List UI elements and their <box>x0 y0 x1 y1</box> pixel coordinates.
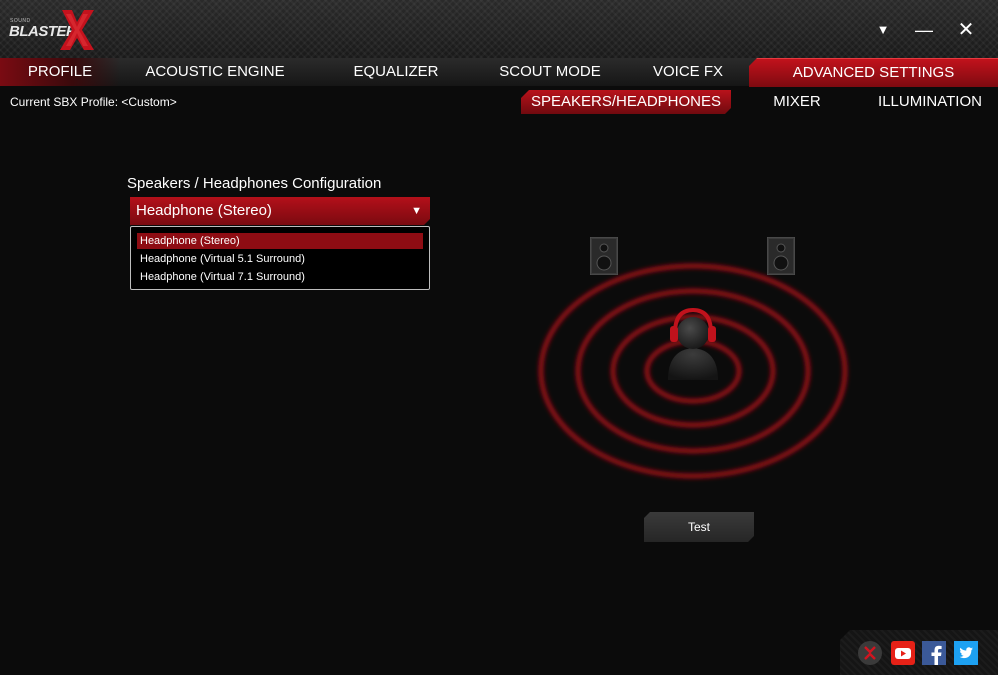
twitter-icon[interactable] <box>954 641 978 665</box>
x-logo-icon <box>60 10 94 50</box>
soundblaster-x-logo: SOUND BLASTER <box>6 6 98 52</box>
tab-profile[interactable]: PROFILE <box>0 58 120 86</box>
title-bar: SOUND BLASTER ▼ — ✕ <box>0 0 998 58</box>
subtab-mixer[interactable]: MIXER <box>755 90 839 114</box>
soundblaster-x-icon[interactable] <box>858 641 882 665</box>
minimize-button[interactable]: — <box>910 17 938 43</box>
tab-equalizer[interactable]: EQUALIZER <box>330 58 462 86</box>
test-button[interactable]: Test <box>644 512 754 542</box>
config-dropdown-list: Headphone (Stereo) Headphone (Virtual 5.… <box>130 226 430 290</box>
dropdown-option-stereo[interactable]: Headphone (Stereo) <box>137 233 423 249</box>
tab-voice-fx[interactable]: VOICE FX <box>640 58 736 86</box>
config-dropdown-value: Headphone (Stereo) <box>136 202 272 219</box>
dropdown-option-virtual-5-1[interactable]: Headphone (Virtual 5.1 Surround) <box>137 251 423 267</box>
subtab-illumination[interactable]: ILLUMINATION <box>866 90 994 114</box>
left-speaker-icon <box>589 236 619 276</box>
current-sbx-profile: Current SBX Profile: <Custom> <box>10 95 177 109</box>
youtube-icon[interactable] <box>891 641 915 665</box>
menu-dropdown-button[interactable]: ▼ <box>869 17 897 43</box>
surround-rings-graphic <box>538 263 848 479</box>
tab-acoustic-engine[interactable]: ACOUSTIC ENGINE <box>125 58 305 86</box>
close-button[interactable]: ✕ <box>952 17 980 43</box>
tab-advanced-settings[interactable]: ADVANCED SETTINGS <box>749 58 998 87</box>
facebook-icon[interactable] <box>922 641 946 665</box>
config-label: Speakers / Headphones Configuration <box>127 175 382 192</box>
social-links <box>840 630 998 675</box>
chevron-down-icon: ▼ <box>411 205 422 217</box>
dropdown-option-virtual-7-1[interactable]: Headphone (Virtual 7.1 Surround) <box>137 269 423 285</box>
main-tab-bar: PROFILE ACOUSTIC ENGINE EQUALIZER SCOUT … <box>0 58 998 87</box>
tab-scout-mode[interactable]: SCOUT MODE <box>480 58 620 86</box>
headphone-visualization <box>530 230 860 490</box>
config-dropdown[interactable]: Headphone (Stereo) ▼ <box>130 197 430 225</box>
subtab-speakers-headphones[interactable]: SPEAKERS/HEADPHONES <box>521 90 731 114</box>
right-speaker-icon <box>766 236 796 276</box>
